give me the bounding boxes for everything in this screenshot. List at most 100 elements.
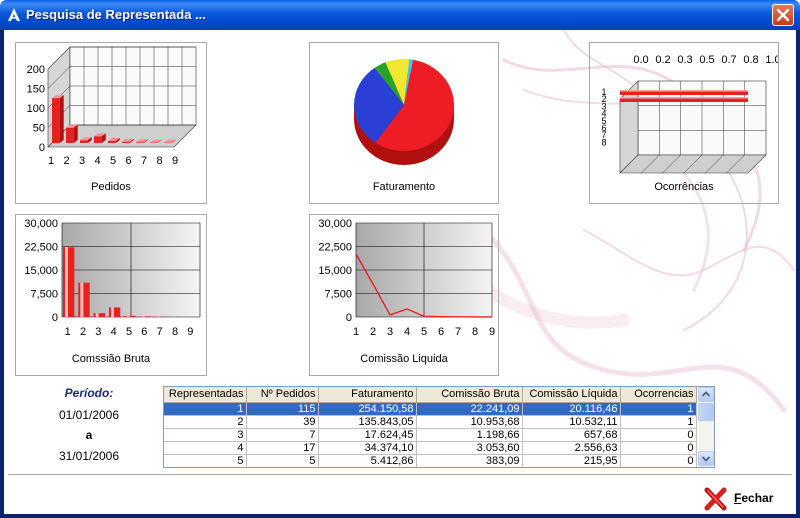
y-tick-label: 0 bbox=[52, 312, 58, 324]
x-tick-label: 7 bbox=[455, 326, 461, 338]
x-tick-label: 3 bbox=[387, 326, 393, 338]
x-tick-label: 6 bbox=[141, 326, 147, 338]
x-tick-label: 3 bbox=[79, 155, 85, 167]
x-tick-label: 2 bbox=[370, 326, 376, 338]
pedidos-chart-panel: 0 50 100 150 200 1 2 3 4 5 6 7 8 9 Pedidos bbox=[15, 42, 207, 204]
bar-highlight bbox=[620, 97, 748, 99]
bar-side bbox=[73, 124, 78, 143]
table-cell: 4 bbox=[164, 441, 247, 455]
x-tick-label: 9 bbox=[489, 326, 495, 338]
table-cell: 0 bbox=[620, 428, 697, 442]
x-tick-label: 4 bbox=[94, 155, 100, 167]
x-tick-label: 4 bbox=[111, 326, 117, 338]
x-tick-label: 0.0 bbox=[633, 54, 648, 66]
table-cell: 2.556,63 bbox=[522, 441, 621, 455]
scroll-up-button[interactable] bbox=[698, 387, 714, 402]
close-icon bbox=[776, 8, 790, 22]
table-cell: 39 bbox=[246, 415, 319, 429]
y-tick-label: 15,000 bbox=[318, 265, 352, 277]
y-tick-label: 150 bbox=[27, 84, 45, 96]
ocorrencias-chart-panel: 0.0 0.2 0.3 0.5 0.7 0.8 1.0 1 2 3 4 5 6 7 8 Ocorrência… bbox=[589, 42, 779, 204]
ocorrencias-chart-caption: Ocorrências bbox=[654, 181, 714, 193]
table-cell: 115 bbox=[246, 402, 319, 416]
x-tick-label: 2 bbox=[63, 155, 69, 167]
table-cell: 5 bbox=[164, 454, 247, 467]
fechar-button[interactable]: Fechar bbox=[698, 484, 784, 512]
column-header-comissao-bruta[interactable]: Comissão Bruta bbox=[416, 387, 523, 403]
scroll-thumb[interactable] bbox=[698, 403, 714, 421]
bar bbox=[93, 313, 105, 317]
pedidos-chart: 0 50 100 150 200 1 2 3 4 5 6 7 8 9 bbox=[27, 46, 197, 167]
x-tick-label: 6 bbox=[125, 155, 131, 167]
x-tick-label: 1.0 bbox=[765, 54, 778, 66]
liquida-chart: 0 7,500 15,000 22,500 30,000 1 2 3 4 5 6 7 8 9 bbox=[318, 218, 495, 338]
bar bbox=[124, 315, 136, 317]
table-row[interactable]: 4 17 34.374,10 3.053,60 2.556,63 0 bbox=[164, 441, 697, 455]
x-tick-label: 5 bbox=[421, 326, 427, 338]
faturamento-chart-caption: Faturamento bbox=[372, 181, 436, 193]
column-header-comissao-liquida[interactable]: Comissão Líquida bbox=[522, 387, 621, 403]
representadas-grid[interactable]: Representadas Nº Pedidos Faturamento Com… bbox=[163, 386, 715, 468]
x-tick-label: 0.7 bbox=[721, 54, 736, 66]
table-row[interactable]: 1 115 254.150,58 22.241,09 20.116,46 1 bbox=[164, 402, 697, 416]
y-tick-label: 50 bbox=[33, 123, 45, 135]
x-tick-label: 3 bbox=[95, 326, 101, 338]
table-cell: 0 bbox=[620, 454, 697, 467]
scroll-down-button[interactable] bbox=[698, 451, 714, 466]
y-tick-label: 15,000 bbox=[24, 265, 58, 277]
column-header-faturamento[interactable]: Faturamento bbox=[318, 387, 417, 403]
bar bbox=[108, 141, 116, 143]
bruta-chart-panel: 0 7,500 15,000 22,500 30,000 1 2 3 4 5 6 7 8 9 Comssi… bbox=[15, 214, 207, 376]
bar-highlight bbox=[111, 307, 114, 317]
table-cell: 1 bbox=[620, 402, 697, 416]
column-header-pedidos[interactable]: Nº Pedidos bbox=[246, 387, 319, 403]
x-tick-label: 8 bbox=[156, 155, 162, 167]
table-cell: 1 bbox=[620, 415, 697, 429]
table-cell: 657,68 bbox=[522, 428, 621, 442]
x-tick-label: 2 bbox=[80, 326, 86, 338]
x-tick-label: 0.3 bbox=[677, 54, 692, 66]
y-tick-label: 22,500 bbox=[24, 242, 58, 254]
x-tick-label: 6 bbox=[438, 326, 444, 338]
bar bbox=[52, 98, 60, 143]
table-cell: 17 bbox=[246, 441, 319, 455]
x-tick-label: 7 bbox=[141, 155, 147, 167]
y-tick-label: 200 bbox=[27, 64, 45, 76]
client-area: 0 50 100 150 200 1 2 3 4 5 6 7 8 9 Pedidos Faturament… bbox=[4, 30, 796, 514]
table-row[interactable]: 2 39 135.843,05 10.953,68 10.532,11 1 bbox=[164, 415, 697, 429]
bar bbox=[139, 316, 151, 317]
title-bar[interactable]: Pesquisa de Representada ... bbox=[0, 0, 800, 30]
ocorrencias-chart: 0.0 0.2 0.3 0.5 0.7 0.8 1.012345678 bbox=[601, 54, 778, 174]
table-cell: 20.116,46 bbox=[522, 402, 621, 416]
table-row[interactable]: 3 7 17.624,45 1.198,66 657,68 0 bbox=[164, 428, 697, 442]
table-cell: 10.953,68 bbox=[416, 415, 523, 429]
bar bbox=[136, 142, 144, 143]
separator bbox=[8, 474, 792, 476]
representadas-table: Representadas Nº Pedidos Faturamento Com… bbox=[164, 387, 697, 467]
table-cell: 7 bbox=[246, 428, 319, 442]
periodo-separator: a bbox=[85, 428, 93, 442]
x-tick-label: 8 bbox=[172, 326, 178, 338]
table-cell: 135.843,05 bbox=[318, 415, 417, 429]
pedidos-chart-caption: Pedidos bbox=[91, 181, 131, 193]
table-cell: 383,09 bbox=[416, 454, 523, 467]
bar-highlight bbox=[141, 316, 145, 317]
table-row[interactable]: 5 5 5.412,86 383,09 215,95 0 bbox=[164, 454, 697, 467]
table-header-row: Representadas Nº Pedidos Faturamento Com… bbox=[164, 387, 697, 403]
window-title: Pesquisa de Representada ... bbox=[26, 7, 206, 22]
bar-highlight bbox=[95, 313, 99, 317]
table-cell: 5 bbox=[246, 454, 319, 467]
column-header-ocorrencias[interactable]: Ocorrencias bbox=[620, 387, 697, 403]
column-header-representadas[interactable]: Representadas bbox=[164, 387, 247, 403]
bar bbox=[109, 307, 121, 317]
close-button[interactable] bbox=[772, 4, 794, 26]
x-tick-label: 0.5 bbox=[699, 54, 714, 66]
grid-vertical-scrollbar[interactable] bbox=[698, 387, 714, 467]
table-cell: 10.532,11 bbox=[522, 415, 621, 429]
periodo-label: Período: bbox=[64, 386, 114, 400]
table-cell: 22.241,09 bbox=[416, 402, 523, 416]
bar-highlight bbox=[80, 282, 84, 317]
y-tick-label: 100 bbox=[27, 103, 45, 115]
table-cell: 254.150,58 bbox=[318, 402, 417, 416]
table-cell: 1.198,66 bbox=[416, 428, 523, 442]
